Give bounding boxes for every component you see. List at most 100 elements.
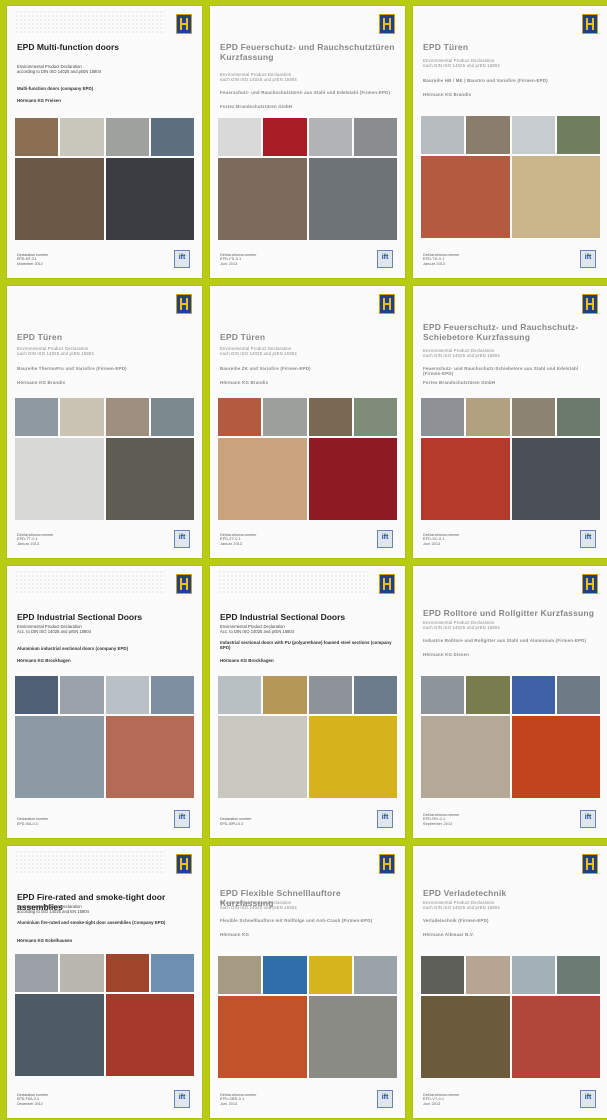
hoermann-logo-icon: [379, 574, 395, 594]
cover-title: EPD Türen: [423, 42, 469, 52]
ift-logo-icon: ift: [174, 530, 190, 548]
photo: [308, 716, 397, 798]
photo: [263, 398, 307, 436]
photo-strip-top: [15, 954, 194, 992]
hoermann-logo-icon: [582, 14, 598, 34]
epd-cover[interactable]: EPD Verladetechnik Environmental Product…: [413, 846, 607, 1118]
photo: [556, 676, 600, 714]
cover-subtitle: Environmental Product Declaration accord…: [17, 64, 102, 74]
photo-strip-bottom: [15, 158, 194, 240]
cover-product: Feuerschutz- und Rauchschutztüren aus St…: [220, 90, 391, 95]
photo: [511, 956, 555, 994]
photo-strip-top: [15, 676, 194, 714]
photo-strip-top: [421, 116, 600, 154]
photo-strip-bottom: [421, 156, 600, 238]
photo: [15, 398, 59, 436]
photo: [421, 398, 465, 436]
photo-strip-top: [421, 398, 600, 436]
photo: [353, 398, 397, 436]
cover-maker: Hörmann KG Freisen: [17, 98, 61, 103]
cover-title: EPD Verladetechnik: [423, 888, 507, 898]
cover-title: EPD Multi-function doors: [17, 42, 119, 52]
photo: [421, 956, 465, 994]
epd-cover[interactable]: EPD Feuerschutz- und Rauchschutz-Schiebe…: [413, 286, 607, 558]
hoermann-logo-icon: [582, 854, 598, 874]
cover-product: Industrial sectional doors with PU (poly…: [220, 640, 392, 651]
photo: [105, 716, 194, 798]
hoermann-logo-icon: [582, 294, 598, 314]
epd-cover[interactable]: EPD Türen Environmental Product Declarat…: [7, 286, 202, 558]
cover-product: Multi-function doors (company EPD): [17, 86, 94, 91]
photo: [421, 116, 465, 154]
ift-logo-icon: ift: [377, 1090, 393, 1108]
epd-cover[interactable]: EPD Feuerschutz- und Rauchschutztüren Ku…: [210, 6, 405, 278]
photo: [218, 118, 262, 156]
epd-cover[interactable]: EPD Multi-function doors Environmental P…: [7, 6, 202, 278]
epd-cover[interactable]: EPD Industrial Sectional Doors Environme…: [210, 566, 405, 838]
epd-cover[interactable]: EPD Rolltore und Rollgitter Kurzfassung …: [413, 566, 607, 838]
photo: [421, 676, 465, 714]
cover-maker: Hörmann KG Brandis: [17, 380, 66, 385]
cover-title: EPD Türen: [220, 332, 266, 342]
photo-strip-bottom: [15, 716, 194, 798]
photo-strip-bottom: [218, 438, 397, 520]
cover-product: Baureihe ZK und Variofire (Firmen-EPD): [220, 366, 311, 371]
epd-cover[interactable]: EPD Flexible Schnelllauftore Kurzfassung…: [210, 846, 405, 1118]
photo: [105, 438, 194, 520]
photo: [60, 954, 104, 992]
cover-subtitle: Environmental Product Declaration nach D…: [423, 58, 500, 68]
epd-cover[interactable]: EPD Türen Environmental Product Declarat…: [413, 6, 607, 278]
photo: [150, 398, 194, 436]
declaration-info: Deklarationsnummer EPD-TT-0.1 Januar 201…: [17, 532, 54, 546]
cover-maker: Hörmann KG: [220, 932, 250, 937]
hoermann-logo-icon: [176, 294, 192, 314]
photo-strip-bottom: [15, 994, 194, 1076]
declaration-info: Deklarationsnummer EPD-SC-0.1 Juni 2013: [423, 532, 460, 546]
cover-maker: Hörmann KG Eckelhausen: [17, 938, 73, 943]
photo-strip-bottom: [421, 996, 600, 1078]
cover-product: Verladetechnik (Firmen-EPD): [423, 918, 489, 923]
photo: [105, 398, 149, 436]
cover-title: EPD Industrial Sectional Doors: [220, 612, 346, 622]
ift-logo-icon: ift: [580, 250, 596, 268]
photo: [60, 676, 104, 714]
declaration-info: Deklarationsnummer EPD-VT-0.1 Juni 2013: [423, 1092, 460, 1106]
photo-strip-top: [218, 118, 397, 156]
photo: [218, 438, 307, 520]
photo: [263, 118, 307, 156]
hoermann-logo-icon: [379, 14, 395, 34]
photo-strip-bottom: [218, 716, 397, 798]
hoermann-logo-icon: [379, 854, 395, 874]
epd-cover[interactable]: EPD Fire-rated and smoke-tight door asse…: [7, 846, 202, 1118]
photo-strip-bottom: [421, 438, 600, 520]
ift-logo-icon: ift: [580, 1090, 596, 1108]
epd-cover[interactable]: EPD Türen Environmental Product Declarat…: [210, 286, 405, 558]
photo-strip-bottom: [218, 158, 397, 240]
cover-title: EPD Türen: [17, 332, 63, 342]
cover-maker: Hörmann KG Brockhagen: [17, 658, 71, 663]
ift-logo-icon: ift: [174, 250, 190, 268]
ift-logo-icon: ift: [377, 810, 393, 828]
photo: [511, 716, 600, 798]
cover-subtitle: Environmental Product Declaration nach D…: [17, 346, 94, 356]
hoermann-logo-icon: [379, 294, 395, 314]
photo: [421, 996, 510, 1078]
cover-subtitle: Environmental Product Declaration nach D…: [220, 72, 297, 82]
declaration-info: Deklarationsnummer EPD-TH-0.1 Januar 201…: [423, 252, 460, 266]
cover-product: Industrie Rolltore und Rollgitter aus St…: [423, 638, 587, 643]
cover-product: Baureihe HB / ME | Baustro und Variofire…: [423, 78, 548, 83]
photo: [263, 956, 307, 994]
photo: [511, 676, 555, 714]
photo: [466, 956, 510, 994]
cover-product: Flexible Schnelllauftore mit Rollfolge u…: [220, 918, 373, 923]
cover-product: Feuerschutz- und Rauchschutz-Schiebetore…: [423, 366, 579, 377]
cover-title: EPD Rolltore und Rollgitter Kurzfassung: [423, 608, 595, 618]
cover-maker: Hörmann Alkmaar B.V.: [423, 932, 475, 937]
cover-subtitle: Environmental Product Declaration nach D…: [423, 620, 500, 630]
photo-strip-top: [218, 398, 397, 436]
dot-pattern: [15, 10, 165, 34]
cover-title: EPD Industrial Sectional Doors: [17, 612, 143, 622]
epd-cover[interactable]: EPD Industrial Sectional Doors Environme…: [7, 566, 202, 838]
photo: [421, 156, 510, 238]
photo: [511, 438, 600, 520]
